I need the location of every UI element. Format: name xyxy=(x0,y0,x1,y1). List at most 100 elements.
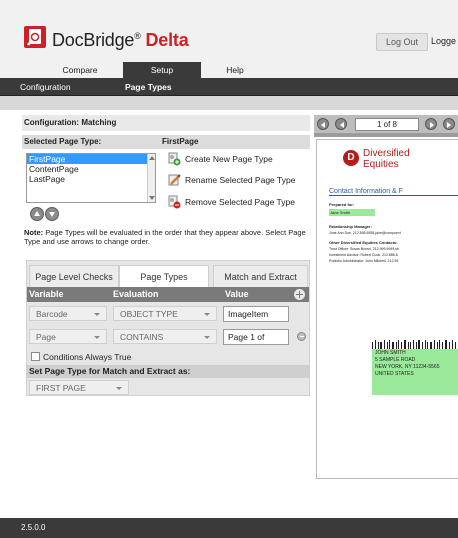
prepared-for-label: Prepared for: xyxy=(329,202,355,207)
viewer-divider xyxy=(314,133,458,137)
order-note: Note: Page Types will be evaluated in th… xyxy=(24,228,309,246)
contact-info-heading: Contact Information & F xyxy=(329,188,458,196)
rules-tabs-panel: Page Level Checks Page Types Match and E… xyxy=(26,260,310,396)
address-line: 5 SAMPLE ROAD xyxy=(375,357,416,363)
page-type-item-firstpage[interactable]: FirstPage xyxy=(27,154,155,164)
next-page-icon xyxy=(430,122,434,128)
app-logo-text: DocBridge® Delta xyxy=(52,30,189,50)
version-label: 2.5.0.0 xyxy=(21,523,46,532)
selected-page-type-value: FirstPage xyxy=(162,137,199,146)
last-page-button[interactable] xyxy=(443,118,455,130)
config-title: Configuration: Matching xyxy=(22,115,310,131)
contact-line: Portfolio Administrator: John Mitchell, … xyxy=(329,259,399,263)
barcode-image xyxy=(372,340,456,349)
address-line: UNITED STATES xyxy=(375,371,414,377)
chevron-down-icon xyxy=(116,387,122,390)
nav-help[interactable]: Help xyxy=(205,62,265,78)
rule-2-variable-select[interactable]: Page xyxy=(29,329,107,344)
previous-page-button[interactable] xyxy=(335,118,347,130)
set-page-type-text: FIRST PAGE xyxy=(36,383,86,393)
first-page-button[interactable] xyxy=(317,118,329,130)
nav-compare[interactable]: Compare xyxy=(40,62,120,78)
arrow-up-icon xyxy=(34,211,40,216)
logout-button[interactable]: Log Out xyxy=(376,33,428,51)
other-contacts-label: Other Diversified Equities Contacts: xyxy=(329,240,398,245)
page-type-item-lastpage[interactable]: LastPage xyxy=(27,174,155,184)
create-page-type-label: Create New Page Type xyxy=(185,154,273,164)
rule-2-evaluation-select[interactable]: CONTAINS xyxy=(113,329,217,344)
address-line: JOHN SMITH xyxy=(375,350,406,356)
document-viewer: 1 of 8 D Diversified Equities Contact Inf… xyxy=(314,115,458,523)
address-line: NEW YORK, NY 11234-5565 xyxy=(375,364,440,370)
move-down-button[interactable] xyxy=(45,207,59,221)
first-page-icon xyxy=(321,122,325,128)
subnav-page-types[interactable]: Page Types xyxy=(125,78,172,96)
rename-page-type-icon xyxy=(168,174,181,186)
page-type-item-contentpage[interactable]: ContentPage xyxy=(27,164,155,174)
remove-rule-icon[interactable] xyxy=(297,332,306,341)
rename-page-type-button[interactable]: Rename Selected Page Type xyxy=(167,173,307,187)
chevron-down-icon xyxy=(94,336,100,339)
note-text: Page Types will be evaluated in the orde… xyxy=(24,228,306,246)
rule-1-evaluation-text: OBJECT TYPE xyxy=(120,309,178,319)
create-page-type-icon xyxy=(168,152,181,166)
contact-line: Trust Officer: Susan Brown, 212.999.9999… xyxy=(329,247,399,251)
conditions-always-true-label: Conditions Always True xyxy=(43,352,132,362)
page-type-list[interactable]: FirstPage ContentPage LastPage xyxy=(26,153,156,203)
nav-setup[interactable]: Setup xyxy=(123,62,201,78)
set-page-type-select[interactable]: FIRST PAGE xyxy=(29,380,129,395)
diversified-equities-logo-icon: D xyxy=(343,150,359,166)
chevron-down-icon xyxy=(94,313,100,316)
logged-in-text: Logge xyxy=(431,36,457,46)
subnav-configuration[interactable]: Configuration xyxy=(20,78,71,96)
app-header: DocBridge® Delta Log Out Logge xyxy=(0,0,458,62)
selected-page-type-label: Selected Page Type: xyxy=(24,137,102,146)
header-variable: Variable xyxy=(29,289,64,299)
company-name-line-2: Equities xyxy=(363,159,399,170)
scroll-up-icon[interactable] xyxy=(149,156,155,160)
last-page-icon xyxy=(447,122,451,128)
contact-line: Investment Advisor: Robert Cook, 212.888… xyxy=(329,253,398,257)
page-indicator[interactable]: 1 of 8 xyxy=(355,118,419,131)
next-page-button[interactable] xyxy=(425,118,437,130)
remove-page-type-icon xyxy=(168,195,181,209)
prepared-for-value: Jane Smith xyxy=(329,209,375,216)
note-label: Note: xyxy=(24,228,44,237)
company-name-line-1: Diversified xyxy=(363,148,410,159)
scroll-down-icon[interactable] xyxy=(149,196,155,200)
arrow-down-icon xyxy=(49,212,55,217)
app-footer: 2.5.0.0 xyxy=(0,518,458,538)
rule-1-value-input[interactable]: ImageItem xyxy=(223,306,289,322)
rules-grid-header: Variable Evaluation Value xyxy=(27,287,309,302)
relationship-manager-label: Relationship Manager: xyxy=(329,224,372,229)
move-up-button[interactable] xyxy=(30,207,44,221)
rule-2-value-input[interactable]: Page 1 of xyxy=(223,329,289,345)
tab-match-and-extract[interactable]: Match and Extract xyxy=(213,265,308,287)
sub-nav: Configuration Page Types xyxy=(0,78,458,96)
remove-page-type-label: Remove Selected Page Type xyxy=(185,197,295,207)
conditions-always-true-checkbox[interactable] xyxy=(31,352,40,361)
selected-page-type-bar: Selected Page Type: FirstPage xyxy=(22,135,310,149)
tab-page-level-checks[interactable]: Page Level Checks xyxy=(29,265,119,287)
create-page-type-button[interactable]: Create New Page Type xyxy=(167,152,307,166)
tab-page-types[interactable]: Page Types xyxy=(119,265,209,288)
header-evaluation: Evaluation xyxy=(113,289,159,299)
viewer-toolbar: 1 of 8 xyxy=(314,115,458,133)
add-rule-icon[interactable] xyxy=(294,289,305,300)
rule-1-evaluation-select[interactable]: OBJECT TYPE xyxy=(113,306,217,321)
document-page-preview: D Diversified Equities Contact Informatio… xyxy=(316,139,458,479)
rule-2-evaluation-text: CONTAINS xyxy=(120,332,164,342)
chevron-down-icon xyxy=(204,336,210,339)
subnav-divider xyxy=(0,96,458,110)
rule-2-variable-text: Page xyxy=(36,332,56,342)
docbridge-logo-icon xyxy=(24,26,46,48)
company-name: Diversified Equities xyxy=(363,148,410,170)
remove-page-type-button[interactable]: Remove Selected Page Type xyxy=(167,195,307,209)
viewer-bottom-area xyxy=(314,479,458,523)
previous-page-icon xyxy=(340,122,344,128)
rule-1-variable-text: Barcode xyxy=(36,309,68,319)
set-page-type-label: Set Page Type for Match and Extract as: xyxy=(27,365,309,378)
page-type-list-scrollbar[interactable] xyxy=(147,154,155,202)
chevron-down-icon xyxy=(204,313,210,316)
rule-1-variable-select[interactable]: Barcode xyxy=(29,306,107,321)
